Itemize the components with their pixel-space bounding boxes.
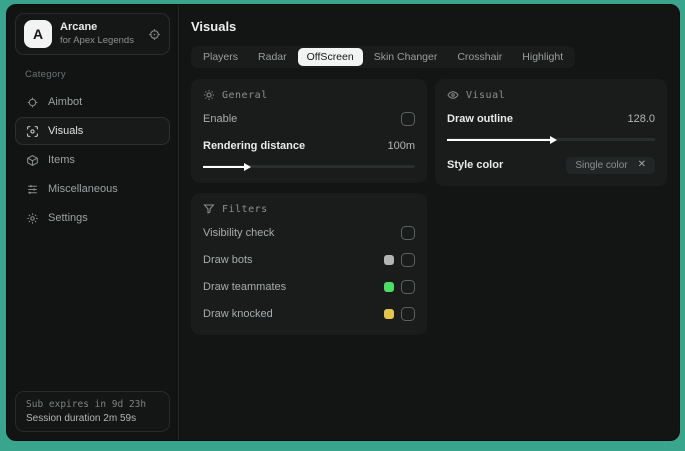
rendering-distance-value: 100m xyxy=(387,140,415,152)
sidebar-item-items[interactable]: Items xyxy=(15,146,170,174)
tab-radar[interactable]: Radar xyxy=(249,48,296,66)
sidebar-item-settings[interactable]: Settings xyxy=(15,204,170,232)
target-icon[interactable] xyxy=(148,28,161,41)
visibility-check-row: Visibility check xyxy=(203,224,415,242)
session-duration-text: Session duration 2m 59s xyxy=(26,413,137,424)
sidebar-item-visuals[interactable]: Visuals xyxy=(15,117,170,145)
sidebar-header: A Arcane for Apex Legends xyxy=(15,13,170,55)
draw-bots-row: Draw bots xyxy=(203,251,415,269)
rendering-distance-row: Rendering distance 100m xyxy=(203,137,415,155)
panel-general: General Enable Rendering distance 100m xyxy=(191,79,427,183)
draw-outline-label: Draw outline xyxy=(447,113,514,125)
sun-icon xyxy=(203,89,215,101)
sidebar: A Arcane for Apex Legends Category Aimbo… xyxy=(7,5,179,440)
draw-knocked-label: Draw knocked xyxy=(203,308,273,320)
slider-fill xyxy=(447,135,557,144)
sidebar-item-label: Miscellaneous xyxy=(48,183,118,195)
sidebar-item-label: Visuals xyxy=(48,125,84,137)
chip-label: Single color xyxy=(575,159,628,171)
draw-outline-row: Draw outline 128.0 xyxy=(447,110,655,128)
panel-visual-header: Visual xyxy=(447,89,655,101)
rendering-distance-slider[interactable] xyxy=(203,162,415,171)
funnel-icon xyxy=(203,203,215,215)
sidebar-item-label: Settings xyxy=(48,212,88,224)
panel-visual: Visual Draw outline 128.0 Style color Si… xyxy=(435,79,667,186)
visibility-check-label: Visibility check xyxy=(203,227,275,239)
draw-teammates-checkbox[interactable] xyxy=(401,280,415,294)
panel-title: Visual xyxy=(466,89,506,101)
app-window: A Arcane for Apex Legends Category Aimbo… xyxy=(6,4,680,441)
enable-label: Enable xyxy=(203,113,238,125)
draw-knocked-color-swatch[interactable] xyxy=(384,309,394,319)
app-logo: A xyxy=(24,20,52,48)
gear-icon xyxy=(26,212,39,225)
draw-teammates-label: Draw teammates xyxy=(203,281,287,293)
draw-teammates-row: Draw teammates xyxy=(203,278,415,296)
category-label: Category xyxy=(25,69,66,80)
sidebar-item-miscellaneous[interactable]: Miscellaneous xyxy=(15,175,170,203)
panel-filters-header: Filters xyxy=(203,203,415,215)
style-color-label: Style color xyxy=(447,159,504,171)
tab-crosshair[interactable]: Crosshair xyxy=(448,48,511,66)
tab-skin-changer[interactable]: Skin Changer xyxy=(365,48,447,66)
sidebar-nav: Aimbot Visuals Items Miscellaneous Setti… xyxy=(15,88,170,232)
draw-outline-slider[interactable] xyxy=(447,135,655,144)
app-name: Arcane xyxy=(60,21,98,34)
style-color-row: Style color Single color ✕ xyxy=(447,156,655,174)
session-box: Sub expires in 9d 23h Session duration 2… xyxy=(15,391,170,432)
crosshair-icon xyxy=(26,96,39,109)
rendering-distance-label: Rendering distance xyxy=(203,140,306,152)
draw-bots-checkbox[interactable] xyxy=(401,253,415,267)
tab-bar: Players Radar OffScreen Skin Changer Cro… xyxy=(191,46,576,68)
draw-bots-color-swatch[interactable] xyxy=(384,255,394,265)
tab-offscreen[interactable]: OffScreen xyxy=(297,48,363,66)
sliders-icon xyxy=(26,183,39,196)
visibility-check-checkbox[interactable] xyxy=(401,226,415,240)
draw-teammates-color-swatch[interactable] xyxy=(384,282,394,292)
enable-row: Enable xyxy=(203,110,415,128)
draw-outline-value: 128.0 xyxy=(627,113,655,125)
draw-knocked-checkbox[interactable] xyxy=(401,307,415,321)
enable-checkbox[interactable] xyxy=(401,112,415,126)
draw-knocked-row: Draw knocked xyxy=(203,305,415,323)
tab-players[interactable]: Players xyxy=(194,48,247,66)
sidebar-item-label: Aimbot xyxy=(48,96,83,108)
eye-icon xyxy=(447,89,459,101)
panel-filters: Filters Visibility check Draw bots Draw … xyxy=(191,193,427,335)
sidebar-item-label: Items xyxy=(48,154,75,166)
cube-icon xyxy=(26,154,39,167)
main-content: Visuals Players Radar OffScreen Skin Cha… xyxy=(179,5,679,440)
sidebar-item-aimbot[interactable]: Aimbot xyxy=(15,88,170,116)
draw-bots-label: Draw bots xyxy=(203,254,253,266)
app-subtitle: for Apex Legends xyxy=(60,34,134,46)
page-title: Visuals xyxy=(191,19,237,34)
eye-scan-icon xyxy=(26,125,39,138)
tab-highlight[interactable]: Highlight xyxy=(513,48,572,66)
panel-title: Filters xyxy=(222,203,268,215)
app-titles: Arcane for Apex Legends xyxy=(60,21,140,47)
panel-general-header: General xyxy=(203,89,415,101)
panel-title: General xyxy=(222,89,268,101)
close-icon[interactable]: ✕ xyxy=(638,160,646,170)
slider-fill xyxy=(203,162,252,171)
style-color-chip[interactable]: Single color ✕ xyxy=(566,156,655,174)
sub-expires-text: Sub expires in 9d 23h xyxy=(26,399,147,410)
